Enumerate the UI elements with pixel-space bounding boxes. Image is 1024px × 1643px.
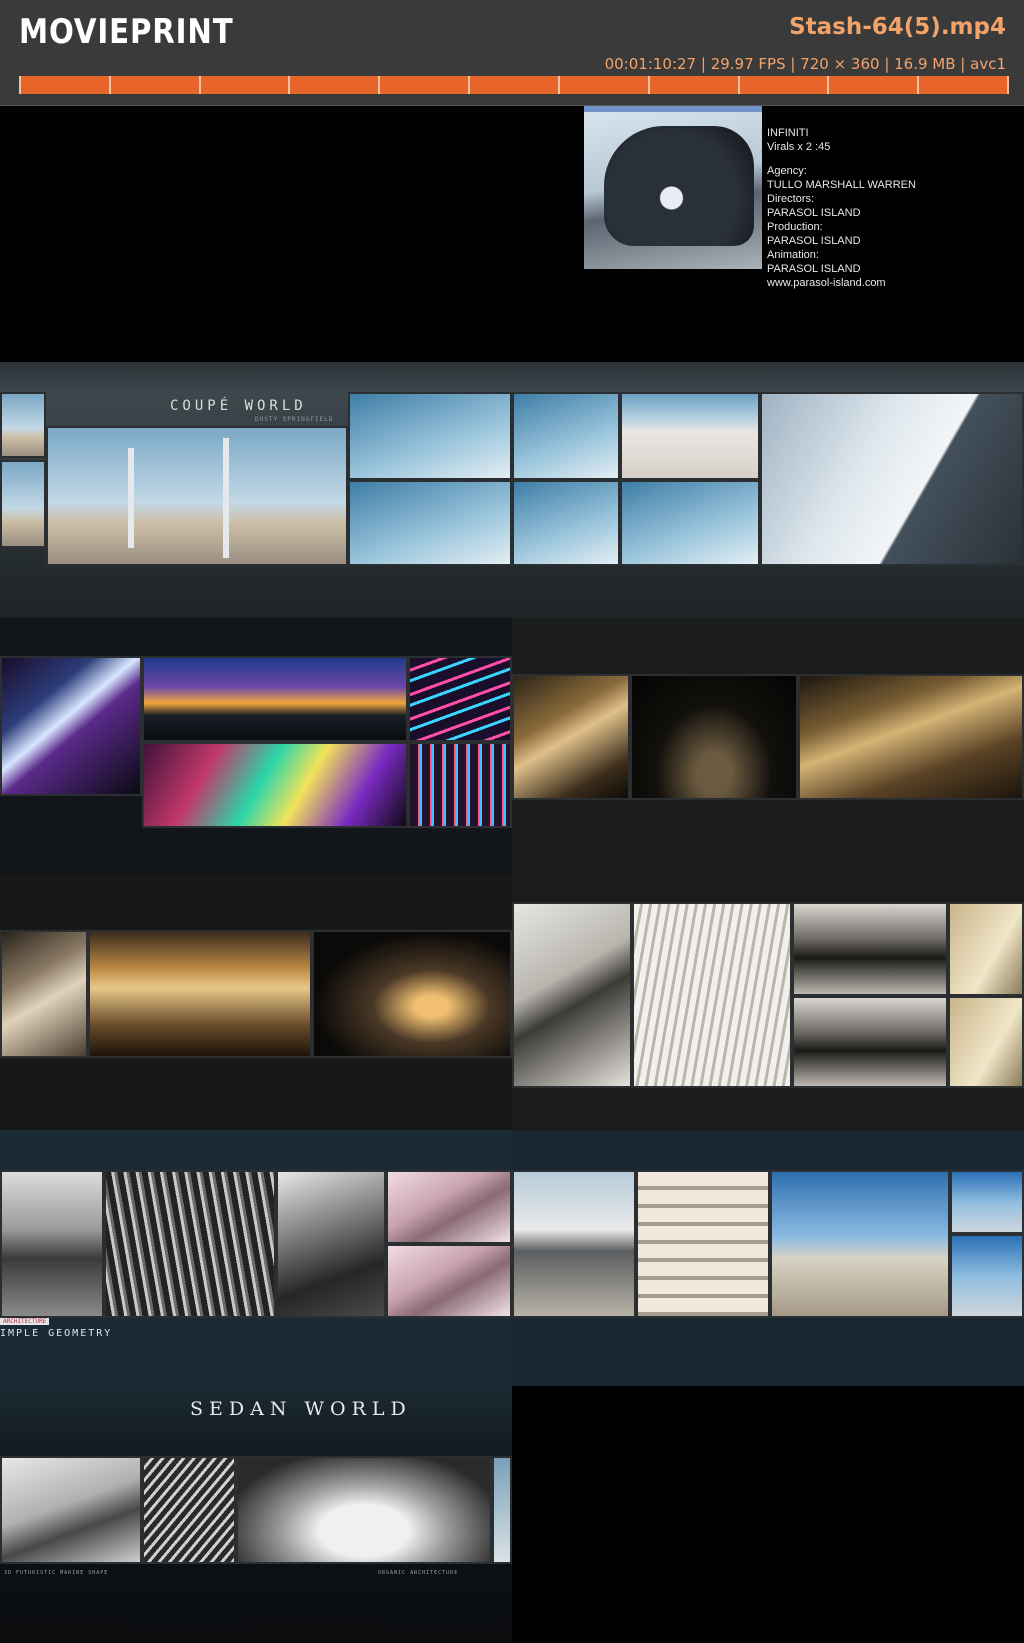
frame-lamp-corridor bbox=[630, 674, 798, 800]
thumbnail-geometry[interactable]: ARCHITECTURE IMPLE GEOMETRY bbox=[0, 1130, 512, 1386]
file-name: Stash-64(5).mp4 bbox=[789, 14, 1006, 40]
frame-ceiling bbox=[88, 930, 312, 1058]
timeline-segment[interactable] bbox=[470, 76, 560, 94]
timeline-segment[interactable] bbox=[201, 76, 291, 94]
thumbnail-coupe-world[interactable]: COUPÉ WORLD DUSTY SPRINGFIELD bbox=[0, 362, 1024, 618]
car-body bbox=[604, 126, 754, 246]
coupe-title: COUPÉ WORLD bbox=[170, 398, 307, 414]
frame-canopy-ribs bbox=[792, 996, 948, 1088]
thumbnail-white-architecture[interactable] bbox=[512, 874, 1024, 1130]
frame-facade bbox=[948, 902, 1024, 996]
bridge-pylon bbox=[223, 438, 229, 558]
credit-label: Agency: bbox=[767, 165, 807, 177]
bridge-pylon bbox=[128, 448, 134, 548]
frame-organic-interior bbox=[236, 1456, 492, 1564]
frame-desert bbox=[0, 392, 46, 458]
timeline-segment[interactable] bbox=[560, 76, 650, 94]
timeline-segment[interactable] bbox=[919, 76, 1009, 94]
frame-balconies bbox=[104, 1170, 276, 1318]
coupe-subtitle: DUSTY SPRINGFIELD bbox=[255, 416, 334, 423]
timeline-segment[interactable] bbox=[19, 76, 111, 94]
frame-car-side bbox=[760, 392, 1024, 566]
file-metadata: 00:01:10:27 | 29.97 FPS | 720 × 360 | 16… bbox=[604, 55, 1006, 73]
thumbnail-sedan-world[interactable]: SEDAN WORLD 3D FUTURISTIC MARINE SHAPE O… bbox=[0, 1386, 512, 1642]
frame-stadium bbox=[142, 656, 408, 742]
frame-building-bw bbox=[276, 1170, 386, 1318]
credit-url: www.parasol-island.com bbox=[767, 277, 886, 289]
frame-marine-shape bbox=[0, 1456, 142, 1564]
frame-neon bbox=[0, 656, 142, 796]
frame-modern-house bbox=[512, 1170, 636, 1318]
frame-bridge-pylon bbox=[512, 480, 620, 566]
frame-model bbox=[386, 1170, 512, 1244]
frame-stairs bbox=[512, 902, 632, 1088]
thumbnail-credits[interactable]: INFINITI Virals x 2 :45 Agency: TULLO MA… bbox=[512, 106, 1024, 362]
frame-city-lights bbox=[142, 742, 408, 828]
frame-bridge-pylon bbox=[348, 480, 512, 566]
thumbnail-industrial[interactable] bbox=[512, 618, 1024, 874]
frame-neon-tunnel bbox=[408, 742, 512, 828]
caption-right: ORGANIC ARCHITECTURE bbox=[378, 1570, 459, 1576]
credit-value: TULLO MARSHALL WARREN bbox=[767, 179, 916, 191]
timeline-bar[interactable] bbox=[19, 76, 1009, 94]
movieprint-header: MOVIEPRINT Stash-64(5).mp4 00:01:10:27 |… bbox=[0, 0, 1024, 106]
frame-model bbox=[386, 1244, 512, 1318]
frame-wind-tunnel bbox=[312, 930, 512, 1058]
frame-bridge-deck bbox=[348, 392, 512, 480]
frame-neon-lines bbox=[408, 656, 512, 742]
frame-canopy bbox=[792, 902, 948, 996]
credit-value: PARASOL ISLAND bbox=[767, 235, 861, 247]
frame-tower-bw bbox=[0, 1170, 104, 1318]
frame-bridge bbox=[46, 426, 348, 566]
brand-logo: MOVIEPRINT bbox=[19, 12, 234, 52]
credit-label: Animation: bbox=[767, 249, 819, 261]
timeline-segment[interactable] bbox=[650, 76, 740, 94]
car-image bbox=[584, 106, 762, 269]
frame-salt-flat bbox=[620, 392, 760, 480]
frame-bridge-arc bbox=[620, 480, 760, 566]
frame-bridge-deck bbox=[512, 392, 620, 480]
frame-sky-building bbox=[950, 1234, 1024, 1318]
frame-tower bbox=[0, 930, 88, 1058]
thumbnail-grid: INFINITI Virals x 2 :45 Agency: TULLO MA… bbox=[0, 106, 1024, 1643]
caption-left: 3D FUTURISTIC MARINE SHAPE bbox=[4, 1570, 109, 1576]
frame-eiffel-steel bbox=[798, 674, 1024, 800]
timeline-segment[interactable] bbox=[829, 76, 920, 94]
thumbnail-neon-city[interactable] bbox=[0, 618, 512, 874]
title-bar bbox=[584, 106, 762, 112]
frame-structure bbox=[512, 674, 630, 800]
section-tag: ARCHITECTURE bbox=[0, 1318, 50, 1325]
credit-line: Virals x 2 :45 bbox=[767, 141, 831, 153]
frame-guggenheim bbox=[636, 1170, 770, 1318]
thumbnail-warm-interiors[interactable] bbox=[0, 874, 512, 1130]
thumbnail-modern-buildings[interactable] bbox=[512, 1130, 1024, 1386]
timeline-segment[interactable] bbox=[111, 76, 201, 94]
sedan-title: SEDAN WORLD bbox=[190, 1398, 412, 1420]
timeline-segment[interactable] bbox=[290, 76, 381, 94]
credit-label: Production: bbox=[767, 221, 823, 233]
timeline-segment[interactable] bbox=[740, 76, 830, 94]
section-title: IMPLE GEOMETRY bbox=[0, 1328, 113, 1339]
timeline-segment[interactable] bbox=[380, 76, 471, 94]
credits-text: INFINITI Virals x 2 :45 Agency: TULLO MA… bbox=[767, 126, 1007, 290]
frame-saucer-museum bbox=[770, 1170, 950, 1318]
frame-sky-building bbox=[950, 1170, 1024, 1234]
credit-value: PARASOL ISLAND bbox=[767, 207, 861, 219]
credit-line: INFINITI bbox=[767, 127, 809, 139]
credit-label: Directors: bbox=[767, 193, 815, 205]
frame-facade bbox=[948, 996, 1024, 1088]
credit-value: PARASOL ISLAND bbox=[767, 263, 861, 275]
frame-bridge-harp bbox=[142, 1456, 236, 1564]
frame-desert bbox=[0, 460, 46, 548]
frame-ribbed-hall bbox=[632, 902, 792, 1088]
frame-edge bbox=[492, 1456, 512, 1564]
